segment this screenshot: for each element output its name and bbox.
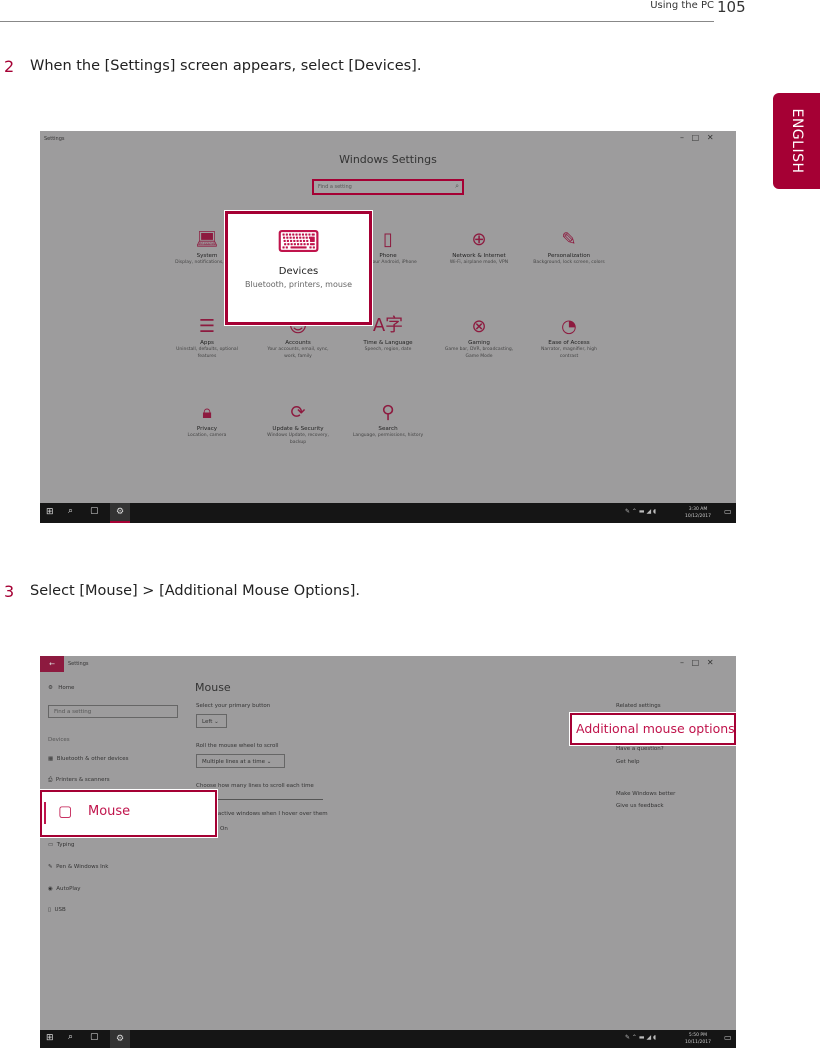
task-view-icon[interactable]: ▢ xyxy=(90,506,99,516)
question-heading: Have a question? xyxy=(616,746,664,752)
back-arrow-icon[interactable]: ← xyxy=(40,656,64,672)
settings-tile[interactable]: ◔ Ease of Access Narrator, magnifier, high… xyxy=(524,313,614,360)
taskbar: ⊞ ⌕ ▢ ⚙ ✎ ⌃ ▬ ◢ ◖ 5:50 PM 10/11/2017 ▭ xyxy=(40,1030,736,1048)
search-icon[interactable]: ⌕ xyxy=(68,506,73,516)
taskbar: ⊞ ⌕ ▢ ⚙ ✎ ⌃ ▬ ◢ ◖ 3:30 AM 10/12/2017 ▭ xyxy=(40,503,736,523)
primary-button-dropdown[interactable]: Left ⌄ xyxy=(196,714,227,728)
language-tab: ENGLISH xyxy=(773,93,820,189)
xbox-icon: ⊗ xyxy=(471,316,487,337)
search-icon: ⚲ xyxy=(381,402,395,423)
additional-mouse-options-link[interactable]: Additional mouse options xyxy=(569,712,736,746)
sidebar-group-label: Devices xyxy=(48,737,70,743)
feedback-link[interactable]: Give us feedback xyxy=(616,803,664,809)
step-number: 3 xyxy=(4,582,15,601)
get-help-link[interactable]: Get help xyxy=(616,759,639,765)
settings-tile[interactable]: ✎ Personalization Background, lock screen,… xyxy=(524,226,614,266)
wheel-label: Roll the mouse wheel to scroll xyxy=(196,743,279,749)
sidebar-item-typing[interactable]: ▭ Typing xyxy=(48,842,74,848)
lock-icon: 🔒︎ xyxy=(202,402,212,423)
search-icon[interactable]: ⌕ xyxy=(68,1032,73,1042)
step-text: Select [Mouse] > [Additional Mouse Optio… xyxy=(30,583,360,599)
sidebar-item-mouse-highlight[interactable]: ▢ Mouse xyxy=(40,789,218,838)
clock[interactable]: 5:50 PM 10/11/2017 xyxy=(685,1032,711,1046)
task-view-icon[interactable]: ▢ xyxy=(90,1032,99,1042)
page-number: 105 xyxy=(717,0,746,16)
search-input[interactable]: Find a setting ⌕ xyxy=(312,179,464,195)
window-title: Settings xyxy=(68,661,89,667)
paintbrush-icon: ✎ xyxy=(561,229,577,250)
make-windows-better-heading: Make Windows better xyxy=(616,791,676,797)
window-controls: – □ ✕ xyxy=(680,133,714,142)
sidebar-item-bluetooth[interactable]: ▦ Bluetooth & other devices xyxy=(48,756,129,762)
globe-icon: ⊕ xyxy=(471,229,487,250)
windows-settings-screenshot: Settings – □ ✕ Windows Settings Find a s… xyxy=(40,131,736,523)
mouse-icon: ▢ xyxy=(58,802,73,820)
ease-of-access-icon: ◔ xyxy=(561,316,577,337)
sidebar-item-pen[interactable]: ✎ Pen & Windows Ink xyxy=(48,864,108,870)
settings-tile[interactable]: ⊗ Gaming Game bar, DVR, broadcasting, Game… xyxy=(434,313,524,360)
clock[interactable]: 3:30 AM 10/12/2017 xyxy=(685,506,711,520)
section-title: Using the PC xyxy=(650,0,714,11)
mouse-settings-screenshot: ← Settings – □ ✕ ⚙ Home Find a setting D… xyxy=(40,656,736,1048)
tray-icons[interactable]: ✎ ⌃ ▬ ◢ ◖ xyxy=(625,508,656,515)
sidebar-item-autoplay[interactable]: ◉ AutoPlay xyxy=(48,886,81,892)
step-number: 2 xyxy=(4,57,15,76)
sidebar-item-usb[interactable]: ▯ USB xyxy=(48,907,66,913)
settings-tile[interactable]: ⟳ Update & Security Windows Update, recove… xyxy=(253,399,343,446)
step-text: When the [Settings] screen appears, sele… xyxy=(30,58,422,74)
wheel-dropdown[interactable]: Multiple lines at a time ⌄ xyxy=(196,754,285,768)
sync-icon: ⟳ xyxy=(290,402,306,423)
start-icon[interactable]: ⊞ xyxy=(46,507,54,517)
inactive-scroll-toggle[interactable]: On xyxy=(220,826,228,832)
settings-gear-icon[interactable]: ⚙ xyxy=(110,503,130,523)
sidebar-search-input[interactable]: Find a setting xyxy=(48,705,178,718)
settings-tile[interactable]: ⚲ Search Language, permissions, history xyxy=(343,399,433,439)
window-controls: – □ ✕ xyxy=(680,658,714,667)
devices-icon: ⌨ xyxy=(276,225,321,260)
tray-icons[interactable]: ✎ ⌃ ▬ ◢ ◖ xyxy=(625,1034,656,1041)
sidebar-home[interactable]: ⚙ Home xyxy=(48,685,74,691)
settings-tile[interactable]: ⊕ Network & Internet Wi-Fi, airplane mode,… xyxy=(434,226,524,266)
page-title: Mouse xyxy=(195,681,231,694)
settings-tile[interactable]: 🔒︎ Privacy Location, camera xyxy=(162,399,252,439)
primary-button-label: Select your primary button xyxy=(196,703,271,709)
start-icon[interactable]: ⊞ xyxy=(46,1033,54,1043)
lines-label: Choose how many lines to scroll each tim… xyxy=(196,783,314,789)
related-settings-heading: Related settings xyxy=(616,703,661,709)
search-icon: ⌕ xyxy=(455,182,459,190)
devices-highlight[interactable]: ⌨ Devices Bluetooth, printers, mouse xyxy=(224,210,373,326)
notification-icon[interactable]: ▭ xyxy=(724,507,732,516)
header-divider xyxy=(0,21,714,22)
notification-icon[interactable]: ▭ xyxy=(724,1033,732,1042)
settings-gear-icon[interactable]: ⚙ xyxy=(110,1030,130,1048)
settings-heading: Windows Settings xyxy=(339,153,437,166)
window-title: Settings xyxy=(44,136,65,142)
sidebar-item-printers[interactable]: ⎙ Printers & scanners xyxy=(48,777,110,784)
